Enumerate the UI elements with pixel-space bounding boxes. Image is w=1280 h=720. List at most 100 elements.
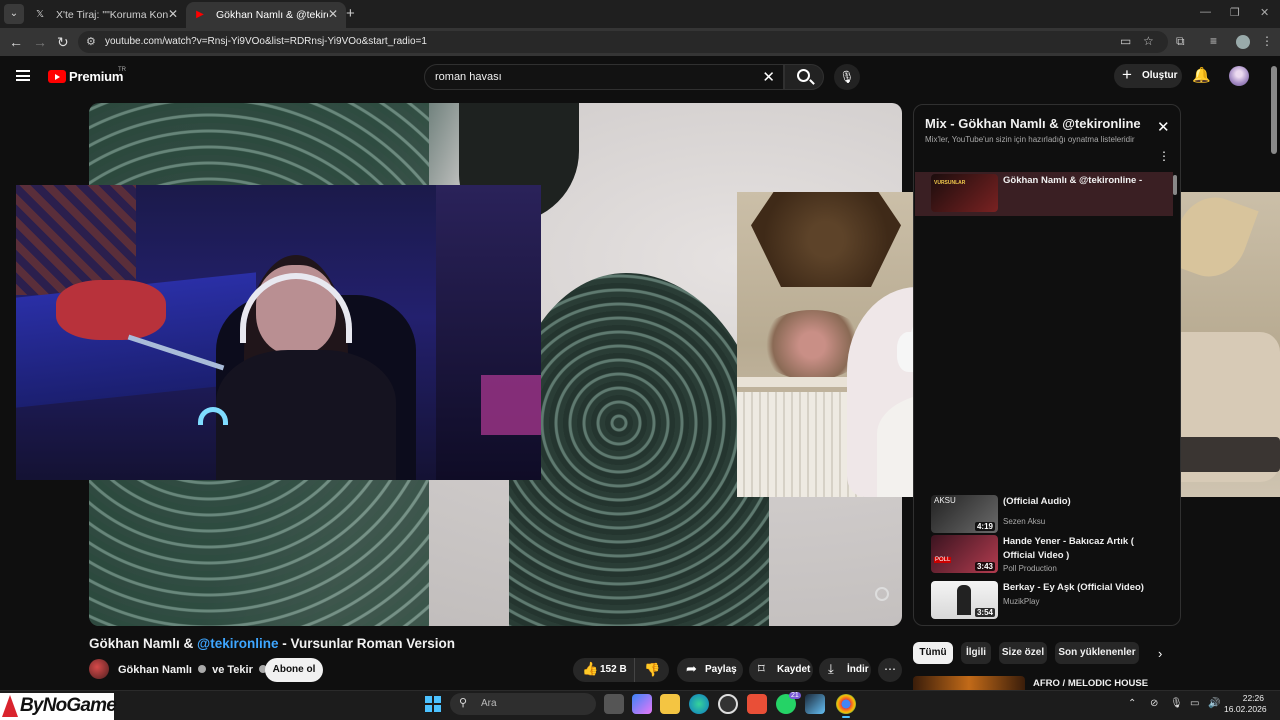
cam-right-wall	[436, 185, 541, 480]
mix-playlist-panel: Mix - Gökhan Namlı & @tekironline ... Mi…	[913, 104, 1181, 626]
close-tab-icon[interactable]: ✕	[328, 7, 338, 21]
like-count: 152 B	[600, 664, 627, 675]
clock-date: 16.02.2026	[1224, 704, 1267, 714]
save-label: Kaydet	[777, 664, 811, 675]
playlist-thumbnail: POLL 3:43	[931, 535, 998, 573]
dislike-button[interactable]: 👎	[636, 658, 669, 682]
close-tab-icon[interactable]: ✕	[168, 7, 178, 21]
download-icon: ⤓	[828, 661, 834, 676]
chip-recently-uploaded[interactable]: Son yüklenenler	[1055, 642, 1139, 664]
store-icon[interactable]	[747, 694, 767, 714]
cam-wood-carving	[751, 192, 901, 287]
playlist-item-title: Gökhan Namlı & @tekironline -	[1003, 175, 1143, 186]
youtube-logo-icon[interactable]	[48, 70, 66, 83]
reload-icon[interactable]: ↻	[57, 34, 69, 51]
tray-display-icon[interactable]: ▭	[1190, 698, 1199, 709]
channel-names[interactable]: Gökhan Namlı ve Tekir	[118, 664, 270, 676]
edge-icon[interactable]	[689, 694, 709, 714]
bookmark-icon: ⌑	[758, 661, 765, 676]
app-circle-icon[interactable]	[718, 694, 738, 714]
media-controls-icon[interactable]: ≡	[1210, 34, 1217, 48]
omnibox[interactable]: ⚙ youtube.com/watch?v=Rnsj-Yi9VOo&list=R…	[78, 31, 1168, 53]
video-title-mention-link[interactable]: @tekironline	[197, 636, 278, 651]
chip-for-you[interactable]: Size özel	[999, 642, 1047, 664]
new-tab-button[interactable]: +	[346, 5, 355, 22]
tab-title: Gökhan Namlı & @tekironline	[216, 9, 328, 21]
save-button[interactable]: ⌑ Kaydet	[749, 658, 813, 682]
plus-icon: +	[1122, 65, 1132, 84]
playlist-item[interactable]: AKSU 4:19 (Official Audio) Sezen Aksu	[915, 493, 1173, 537]
create-button[interactable]: + Oluştur	[1114, 64, 1182, 88]
share-label: Paylaş	[705, 664, 737, 675]
share-icon: ➦	[686, 661, 697, 676]
more-actions-button[interactable]: ⋯	[878, 658, 902, 682]
tray-volume-icon[interactable]: 🔊	[1208, 698, 1220, 709]
taskbar-clock[interactable]: 22:26 16.02.2026	[1224, 693, 1267, 715]
logo-text[interactable]: Premium	[69, 69, 123, 84]
page-scrollbar[interactable]	[1271, 66, 1277, 154]
copilot-icon[interactable]	[632, 694, 652, 714]
back-icon[interactable]: ←	[9, 34, 23, 50]
taskbar-search[interactable]: ⚲ Ara	[450, 693, 596, 715]
video-title: Gökhan Namlı & @tekironline - Vursunlar …	[89, 636, 455, 651]
playlist-item[interactable]: POLL 3:43 Hande Yener - Bakıcaz Artık ( …	[915, 533, 1173, 577]
file-explorer-icon[interactable]	[660, 694, 680, 714]
thumbnail-text: VURSUNLAR	[934, 180, 966, 186]
like-button[interactable]: 👍 152 B	[573, 658, 635, 682]
voice-search-icon[interactable]: 🎙	[834, 64, 860, 90]
recommended-video[interactable]: AFRO / MELODIC HOUSE	[913, 676, 1183, 690]
hamburger-menu-icon[interactable]	[16, 70, 30, 81]
clear-search-icon[interactable]: ✕	[762, 68, 775, 86]
mix-title[interactable]: Mix - Gökhan Namlı & @tekironline ...	[925, 116, 1145, 131]
screen: ⌄ 𝕏 X'te Tiraj: ""Koruma Konusunda ✕ ▶ G…	[0, 0, 1280, 720]
playlist-item-channel: Poll Production	[1003, 564, 1057, 573]
playlist-item[interactable]: 3:54 Berkay - Ey Aşk (Official Video) Mu…	[915, 579, 1173, 623]
chip-all[interactable]: Tümü	[913, 642, 953, 664]
playlist-thumbnail: 3:54	[931, 581, 998, 619]
playlist-thumbnail: VURSUNLAR	[931, 174, 998, 212]
tab-twitter[interactable]: 𝕏 X'te Tiraj: ""Koruma Konusunda ✕	[26, 2, 186, 28]
tray-chevron-icon[interactable]: ⌃	[1128, 698, 1136, 709]
browser-menu-icon[interactable]: ⋮	[1261, 34, 1273, 48]
chevron-right-icon[interactable]: ›	[1158, 646, 1162, 661]
channel-name[interactable]: Gökhan Namlı	[118, 664, 195, 676]
cam-wall-decor	[16, 185, 136, 295]
minimize-icon[interactable]: —	[1200, 6, 1211, 18]
tab-title: X'te Tiraj: ""Koruma Konusunda	[56, 9, 168, 21]
tray-network-icon[interactable]: ⊘	[1150, 698, 1158, 709]
chip-related[interactable]: İlgili	[961, 642, 991, 664]
account-avatar[interactable]	[1229, 66, 1249, 86]
bookmark-star-icon[interactable]: ☆	[1143, 34, 1154, 48]
extensions-icon[interactable]: ⧉	[1176, 34, 1185, 49]
profile-avatar-icon[interactable]	[1236, 35, 1250, 49]
site-info-icon[interactable]: ⚙	[86, 35, 96, 48]
task-view-icon[interactable]	[604, 694, 624, 714]
webcam-overlay-left	[16, 185, 541, 480]
channel-collab[interactable]: ve Tekir	[209, 664, 256, 676]
tab-youtube[interactable]: ▶ Gökhan Namlı & @tekironline ✕	[186, 2, 346, 28]
channel-avatar[interactable]	[89, 659, 109, 679]
restore-icon[interactable]: ❐	[1230, 6, 1240, 19]
windows-start-icon[interactable]	[425, 696, 441, 712]
tab-search-button[interactable]: ⌄	[4, 4, 24, 24]
forward-icon[interactable]: →	[33, 34, 47, 50]
share-button[interactable]: ➦ Paylaş	[677, 658, 743, 682]
x-logo-icon: 𝕏	[35, 9, 45, 20]
notifications-bell-icon[interactable]: 🔔	[1192, 66, 1211, 84]
close-playlist-icon[interactable]: ✕	[1157, 118, 1170, 136]
video-title-prefix: Gökhan Namlı &	[89, 636, 198, 651]
playlist-item-current[interactable]: VURSUNLAR Gökhan Namlı & @tekironline -	[915, 172, 1173, 216]
download-button[interactable]: ⤓ İndir	[819, 658, 871, 682]
steam-icon[interactable]	[805, 694, 825, 714]
search-button[interactable]	[784, 64, 824, 90]
chrome-icon[interactable]	[836, 694, 856, 718]
video-watermark-icon	[875, 587, 889, 601]
window-close-icon[interactable]: ✕	[1260, 6, 1269, 19]
search-input[interactable]: roman havası ✕	[424, 64, 784, 90]
cam-headset	[240, 273, 352, 343]
playlist-scrollbar[interactable]	[1173, 175, 1177, 195]
playlist-menu-icon[interactable]: ⋮	[1158, 149, 1170, 163]
tray-mic-icon[interactable]: 🎙	[1170, 698, 1183, 709]
subscribe-button[interactable]: Abone ol	[265, 658, 323, 682]
cast-icon[interactable]: ▭	[1120, 34, 1131, 48]
